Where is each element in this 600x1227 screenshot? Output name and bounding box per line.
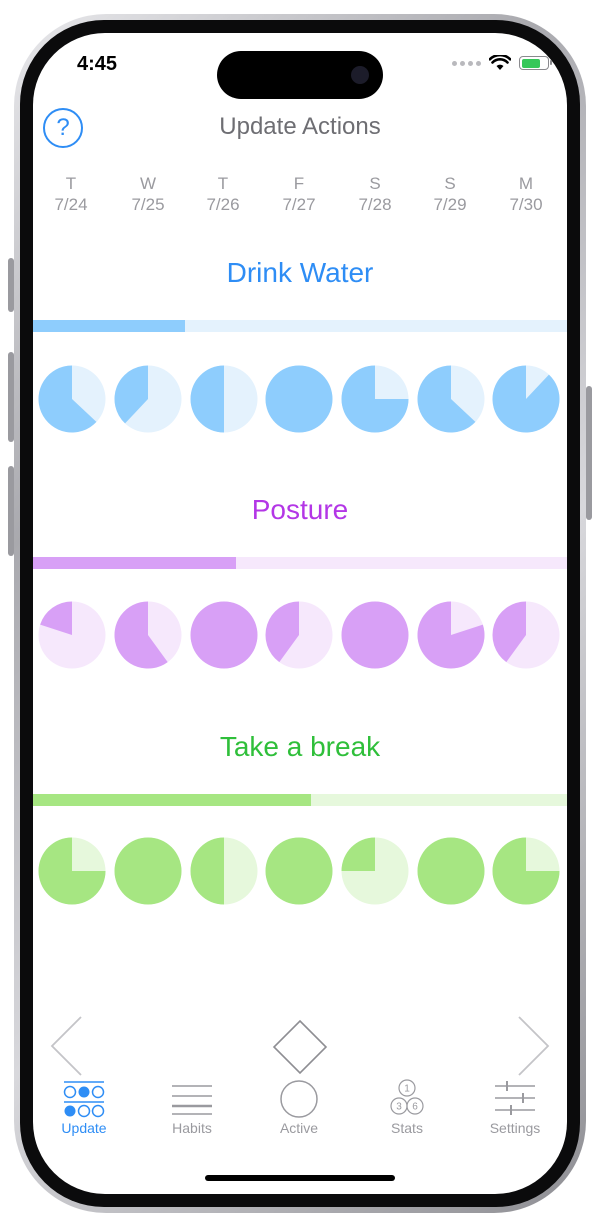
day-completion-pie[interactable] xyxy=(114,601,182,669)
day-column: W 7/25 xyxy=(131,174,165,214)
wifi-icon xyxy=(489,55,511,70)
tab-label: Stats xyxy=(391,1120,423,1136)
tab-bar: Update Habits Active 1 3 6 Stats Setting… xyxy=(33,1078,567,1148)
day-completion-pie[interactable] xyxy=(417,365,485,433)
day-column: F 7/27 xyxy=(282,174,316,214)
status-icons xyxy=(452,55,552,71)
tab-stats[interactable]: 1 3 6 Stats xyxy=(362,1078,452,1136)
day-completion-pie[interactable] xyxy=(265,601,333,669)
day-completion-pie[interactable] xyxy=(492,837,560,905)
day-completion-pie[interactable] xyxy=(492,365,560,433)
day-completion-pie[interactable] xyxy=(38,365,106,433)
day-column: M 7/30 xyxy=(509,174,543,214)
stats-badge: 6 xyxy=(412,1102,418,1113)
tab-habits[interactable]: Habits xyxy=(147,1078,237,1136)
day-completion-pie[interactable] xyxy=(114,837,182,905)
side-button-volume-up xyxy=(8,352,14,442)
tab-label: Active xyxy=(279,1120,319,1136)
day-completion-pie[interactable] xyxy=(190,601,258,669)
tab-label: Settings xyxy=(489,1120,541,1136)
habit-day-pies xyxy=(33,837,567,907)
habit-progress-bar xyxy=(33,794,567,806)
day-completion-pie[interactable] xyxy=(265,837,333,905)
day-column: S 7/29 xyxy=(433,174,467,214)
tab-settings[interactable]: Settings xyxy=(470,1078,560,1136)
page-title: Update Actions xyxy=(219,113,381,140)
day-completion-pie[interactable] xyxy=(341,365,409,433)
status-time: 4:45 xyxy=(77,53,118,75)
habit-progress-bar xyxy=(33,320,567,332)
update-dots-icon xyxy=(63,1081,105,1118)
list-lines-icon xyxy=(172,1085,212,1115)
chevron-left-icon[interactable] xyxy=(49,1015,85,1077)
stats-badge: 3 xyxy=(396,1102,402,1113)
day-column: T 7/24 xyxy=(54,174,88,214)
battery-icon xyxy=(519,56,552,70)
circle-icon xyxy=(280,1080,318,1118)
tab-update[interactable]: Update xyxy=(39,1078,129,1136)
day-completion-pie[interactable] xyxy=(417,837,485,905)
day-completion-pie[interactable] xyxy=(341,837,409,905)
dynamic-island xyxy=(217,51,383,99)
day-completion-pie[interactable] xyxy=(265,365,333,433)
day-completion-pie[interactable] xyxy=(341,601,409,669)
day-completion-pie[interactable] xyxy=(492,601,560,669)
day-completion-pie[interactable] xyxy=(417,601,485,669)
progress-fill xyxy=(33,557,236,569)
camera-icon xyxy=(351,66,369,84)
chevron-right-icon[interactable] xyxy=(515,1015,551,1077)
progress-fill xyxy=(33,320,186,332)
home-indicator[interactable] xyxy=(205,1175,395,1181)
habit-title[interactable]: Drink Water xyxy=(33,257,567,289)
progress-fill xyxy=(33,794,311,806)
day-completion-pie[interactable] xyxy=(38,837,106,905)
stats-circles-icon: 1 3 6 xyxy=(390,1079,424,1115)
sliders-icon xyxy=(495,1081,535,1115)
habit-day-pies xyxy=(33,365,567,435)
day-completion-pie[interactable] xyxy=(190,365,258,433)
side-button-silent xyxy=(8,258,14,312)
habit-progress-bar xyxy=(33,557,567,569)
signal-icon xyxy=(452,60,481,66)
habit-title[interactable]: Take a break xyxy=(33,731,567,763)
tab-label: Update xyxy=(61,1120,107,1136)
side-button-volume-down xyxy=(8,466,14,556)
side-button-power xyxy=(586,386,592,520)
stats-badge: 1 xyxy=(404,1084,410,1095)
day-completion-pie[interactable] xyxy=(114,365,182,433)
tab-active[interactable]: Active xyxy=(254,1078,344,1136)
day-completion-pie[interactable] xyxy=(38,601,106,669)
day-column: T 7/26 xyxy=(206,174,240,214)
day-column: S 7/28 xyxy=(358,174,392,214)
tab-label: Habits xyxy=(172,1120,212,1136)
app-screen: 4:45 ? Update Actions T 7/24 W 7/25 T 7/26 … xyxy=(33,33,567,1194)
habit-title[interactable]: Posture xyxy=(33,494,567,526)
diamond-icon[interactable] xyxy=(272,1019,328,1075)
habit-day-pies xyxy=(33,601,567,671)
day-completion-pie[interactable] xyxy=(190,837,258,905)
